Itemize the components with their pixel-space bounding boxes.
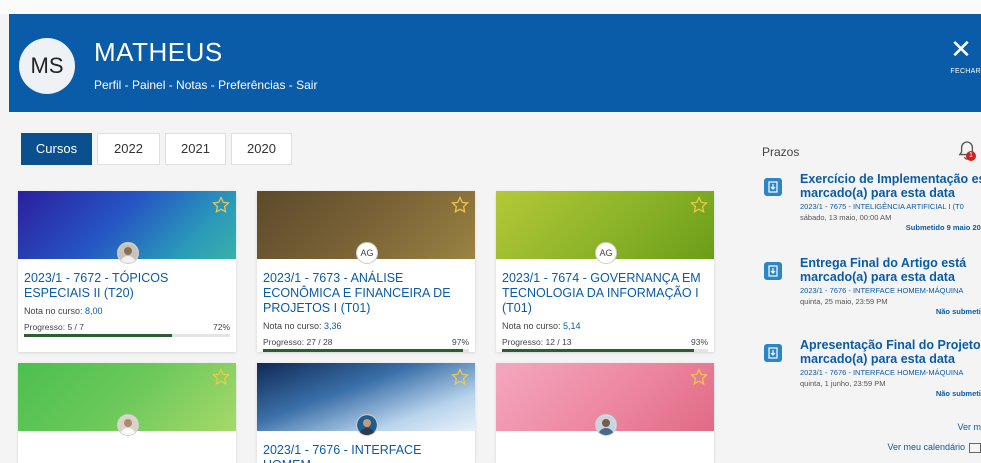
user-avatar[interactable]: MS bbox=[19, 38, 75, 94]
star-icon[interactable] bbox=[451, 368, 469, 386]
course-banner bbox=[18, 191, 236, 264]
star-icon[interactable] bbox=[690, 196, 708, 214]
course-card[interactable]: AG 2023/1 - 7674 - GOVERNANÇA EM TECNOLO… bbox=[496, 191, 714, 352]
progress-fill bbox=[263, 349, 463, 352]
course-banner: AG bbox=[496, 191, 714, 264]
course-banner bbox=[496, 363, 714, 436]
tab-2022[interactable]: 2022 bbox=[97, 133, 160, 165]
calendar-icon bbox=[969, 442, 981, 453]
star-icon[interactable] bbox=[690, 368, 708, 386]
deadlines-panel: Prazos 1 Exercício de Implementação está… bbox=[752, 130, 981, 457]
course-banner bbox=[257, 363, 475, 436]
deadline-date: quinta, 25 maio, 23:59 PM bbox=[800, 297, 888, 306]
tab-2020[interactable]: 2020 bbox=[231, 133, 292, 165]
course-title[interactable]: 2023/1 - 7673 - ANÁLISE ECONÔMICA E FINA… bbox=[263, 271, 469, 316]
assignment-icon bbox=[764, 262, 782, 280]
link-separator: - bbox=[207, 78, 219, 92]
deadline-title[interactable]: Exercício de Implementação está bbox=[800, 172, 981, 186]
deadline-title-cont[interactable]: marcado(a) para esta data bbox=[800, 270, 981, 284]
deadlines-title: Prazos bbox=[762, 145, 800, 159]
deadline-status: Não submetic bbox=[935, 307, 981, 316]
user-name: MATHEUS bbox=[94, 37, 223, 67]
deadline-title[interactable]: Apresentação Final do Projeto está bbox=[800, 338, 981, 352]
teacher-avatar bbox=[595, 414, 617, 436]
assignment-icon bbox=[764, 178, 782, 196]
star-icon[interactable] bbox=[212, 368, 230, 386]
assignment-icon bbox=[764, 344, 782, 362]
deadline-course[interactable]: 2023/1 - 7675 - INTELIGÊNCIA ARTIFICIAL … bbox=[800, 202, 981, 211]
progress-bar bbox=[24, 334, 230, 337]
tab-2021[interactable]: 2021 bbox=[165, 133, 226, 165]
star-icon[interactable] bbox=[212, 196, 230, 214]
year-tabs: Cursos 2022 2021 2020 bbox=[21, 133, 297, 165]
link-perfil[interactable]: Perfil bbox=[94, 78, 121, 92]
deadline-date: sábado, 13 maio, 00:00 AM bbox=[800, 213, 892, 222]
deadline-title-cont[interactable]: marcado(a) para esta data bbox=[800, 352, 981, 366]
course-card[interactable]: AG 2023/1 - 7673 - ANÁLISE ECONÔMICA E F… bbox=[257, 191, 475, 352]
deadline-date: quinta, 1 junho, 23:59 PM bbox=[800, 379, 886, 388]
course-title[interactable]: 2023/1 - 7674 - GOVERNANÇA EM TECNOLOGIA… bbox=[502, 271, 708, 316]
tab-cursos[interactable]: Cursos bbox=[21, 133, 92, 165]
link-separator: - bbox=[285, 78, 297, 92]
progress-bar bbox=[502, 349, 708, 352]
progress-fill bbox=[502, 349, 694, 352]
course-grade: Nota no curso: 8,00 bbox=[24, 306, 103, 316]
user-links: Perfil - Painel - Notas - Preferências -… bbox=[94, 78, 317, 92]
close-label[interactable]: FECHAR bbox=[941, 68, 981, 75]
course-grade: Nota no curso: 5,14 bbox=[502, 321, 581, 331]
course-card[interactable] bbox=[18, 363, 236, 463]
progress-row: Progresso: 12 / 13 93% bbox=[502, 337, 708, 347]
user-header: MS MATHEUS Perfil - Painel - Notas - Pre… bbox=[9, 14, 981, 112]
see-more-link[interactable]: Ver m bbox=[957, 422, 981, 432]
link-painel[interactable]: Painel bbox=[132, 78, 165, 92]
close-icon[interactable]: ✕ bbox=[941, 36, 981, 62]
link-separator: - bbox=[121, 78, 133, 92]
link-sair[interactable]: Sair bbox=[296, 78, 317, 92]
top-strip bbox=[0, 0, 981, 14]
course-banner: AG bbox=[257, 191, 475, 264]
progress-fill bbox=[24, 334, 173, 337]
progress-bar bbox=[263, 349, 469, 352]
course-card[interactable]: 2023/1 - 7672 - TÓPICOS ESPECIAIS II (T2… bbox=[18, 191, 236, 352]
teacher-avatar: AG bbox=[356, 242, 378, 264]
link-separator: - bbox=[165, 78, 177, 92]
progress-row: Progresso: 27 / 28 97% bbox=[263, 337, 469, 347]
star-icon[interactable] bbox=[451, 196, 469, 214]
deadline-course[interactable]: 2023/1 - 7676 - INTERFACE HOMEM-MÁQUINA bbox=[800, 286, 981, 295]
course-card[interactable] bbox=[496, 363, 714, 463]
teacher-avatar bbox=[117, 414, 139, 436]
notification-badge: 1 bbox=[966, 151, 976, 161]
deadline-status: Submetido 9 maio 202 bbox=[905, 223, 981, 232]
course-grade: Nota no curso: 3,36 bbox=[263, 321, 342, 331]
teacher-avatar bbox=[356, 414, 378, 436]
deadline-status: Não submetic bbox=[935, 389, 981, 398]
course-title[interactable]: 2023/1 - 7676 - INTERFACE HOMEM- bbox=[263, 443, 469, 463]
deadline-course[interactable]: 2023/1 - 7676 - INTERFACE HOMEM-MÁQUINA bbox=[800, 368, 981, 377]
deadline-title-cont[interactable]: marcado(a) para esta data bbox=[800, 186, 981, 200]
teacher-avatar bbox=[117, 242, 139, 264]
course-card[interactable]: 2023/1 - 7676 - INTERFACE HOMEM- bbox=[257, 363, 475, 463]
course-banner bbox=[18, 363, 236, 436]
link-notas[interactable]: Notas bbox=[176, 78, 207, 92]
see-calendar-link[interactable]: Ver meu calendário bbox=[887, 442, 981, 453]
deadline-title[interactable]: Entrega Final do Artigo está bbox=[800, 256, 981, 270]
progress-row: Progresso: 5 / 7 72% bbox=[24, 322, 230, 332]
teacher-avatar: AG bbox=[595, 242, 617, 264]
course-title[interactable]: 2023/1 - 7672 - TÓPICOS ESPECIAIS II (T2… bbox=[24, 271, 230, 301]
link-preferencias[interactable]: Preferências bbox=[218, 78, 285, 92]
